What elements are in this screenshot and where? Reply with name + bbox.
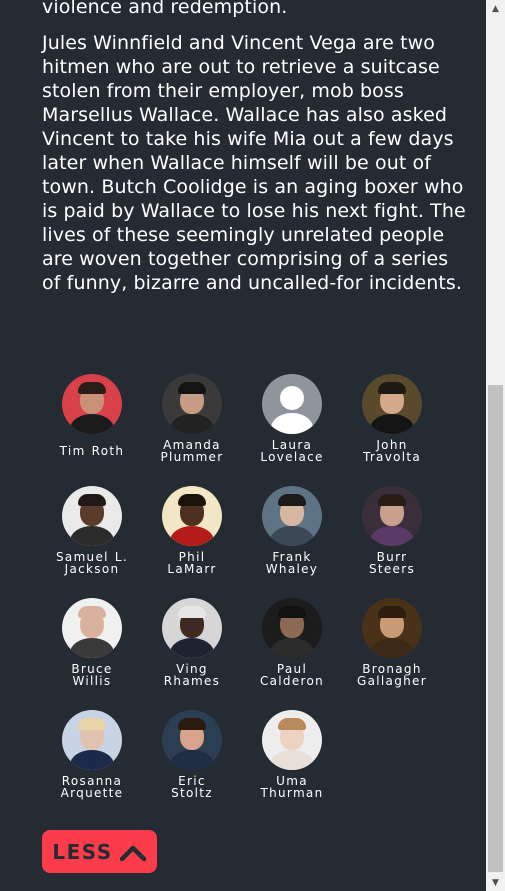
cast-member[interactable]: John Travolta xyxy=(342,374,442,486)
cast-name-last: Calderon xyxy=(259,674,325,688)
cast-photo[interactable] xyxy=(62,710,122,770)
cast-photo[interactable] xyxy=(362,374,422,434)
cast-name-last: Plummer xyxy=(160,450,224,464)
cast-member[interactable]: Bronagh Gallagher xyxy=(342,598,442,710)
cast-name-last: Stoltz xyxy=(171,786,213,800)
scroll-down-arrow-icon[interactable]: ▼ xyxy=(486,874,505,891)
page-viewport: violence and redemption. Jules Winnfield… xyxy=(0,0,505,891)
cast-name: Ving Rhames xyxy=(142,663,242,687)
cast-member[interactable]: Paul Calderon xyxy=(242,598,342,710)
cast-name-last: Willis xyxy=(72,674,112,688)
cast-name: Amanda Plummer xyxy=(142,439,242,463)
scrollbar-thumb[interactable] xyxy=(488,385,503,872)
cast-member[interactable]: Ving Rhames xyxy=(142,598,242,710)
cast-name-last: LaMarr xyxy=(167,562,217,576)
cast-name: Bronagh Gallagher xyxy=(342,663,442,687)
cast-photo[interactable] xyxy=(262,598,322,658)
cast-name-last: Steers xyxy=(368,562,416,576)
cast-name-last: Jackson xyxy=(64,562,120,576)
vertical-scrollbar[interactable]: ▲ ▼ xyxy=(486,0,505,891)
less-button[interactable]: LESS xyxy=(42,830,157,873)
cast-photo[interactable] xyxy=(162,374,222,434)
cast-member[interactable]: Eric Stoltz xyxy=(142,710,242,822)
less-button-label: LESS xyxy=(52,839,113,864)
cast-name: John Travolta xyxy=(342,439,442,463)
cast-name: Burr Steers xyxy=(342,551,442,575)
cast-name-last: Whaley xyxy=(265,562,319,576)
cast-photo[interactable] xyxy=(162,710,222,770)
cast-name: Phil LaMarr xyxy=(142,551,242,575)
cast-member[interactable]: Uma Thurman xyxy=(242,710,342,822)
cast-member[interactable]: Frank Whaley xyxy=(242,486,342,598)
cast-name: Laura Lovelace xyxy=(242,439,342,463)
cast-name: Samuel L. Jackson xyxy=(42,551,142,575)
cast-name-last: Travolta xyxy=(362,450,422,464)
cast-member[interactable]: Burr Steers xyxy=(342,486,442,598)
cast-photo[interactable] xyxy=(62,486,122,546)
overview-previous-line: violence and redemption. xyxy=(42,0,288,18)
movie-details-content: violence and redemption. Jules Winnfield… xyxy=(0,0,486,891)
cast-name-last: Lovelace xyxy=(260,450,324,464)
cast-name: Bruce Willis xyxy=(42,663,142,687)
cast-name: Rosanna Arquette xyxy=(42,775,142,799)
cast-photo[interactable] xyxy=(262,486,322,546)
cast-name: Paul Calderon xyxy=(242,663,342,687)
chevron-up-icon xyxy=(119,842,147,862)
cast-name: Uma Thurman xyxy=(242,775,342,799)
cast-photo[interactable] xyxy=(362,486,422,546)
cast-member[interactable]: Rosanna Arquette xyxy=(42,710,142,822)
cast-member[interactable]: Amanda Plummer xyxy=(142,374,242,486)
overview-text: Jules Winnfield and Vincent Vega are two… xyxy=(42,32,466,294)
cast-name-last: Arquette xyxy=(60,786,124,800)
cast-name-first: Tim Roth xyxy=(59,444,125,458)
cast-photo[interactable] xyxy=(162,598,222,658)
avatar-placeholder-icon[interactable] xyxy=(262,374,322,434)
cast-name: Eric Stoltz xyxy=(142,775,242,799)
scroll-up-arrow-icon[interactable]: ▲ xyxy=(486,0,505,17)
cast-member[interactable]: Laura Lovelace xyxy=(242,374,342,486)
cast-photo[interactable] xyxy=(262,710,322,770)
cast-member[interactable]: Bruce Willis xyxy=(42,598,142,710)
cast-grid: Tim Roth Amanda Plummer Laura Lovelace John Tr… xyxy=(42,374,442,822)
cast-member[interactable]: Samuel L. Jackson xyxy=(42,486,142,598)
cast-member[interactable]: Tim Roth xyxy=(42,374,142,486)
cast-name-last: Rhames xyxy=(163,674,221,688)
cast-photo[interactable] xyxy=(162,486,222,546)
cast-photo[interactable] xyxy=(62,374,122,434)
cast-name: Frank Whaley xyxy=(242,551,342,575)
cast-name-last: Gallagher xyxy=(357,674,427,688)
cast-name: Tim Roth xyxy=(42,445,142,457)
cast-member[interactable]: Phil LaMarr xyxy=(142,486,242,598)
cast-name-last: Thurman xyxy=(260,786,324,800)
cast-photo[interactable] xyxy=(62,598,122,658)
cast-photo[interactable] xyxy=(362,598,422,658)
